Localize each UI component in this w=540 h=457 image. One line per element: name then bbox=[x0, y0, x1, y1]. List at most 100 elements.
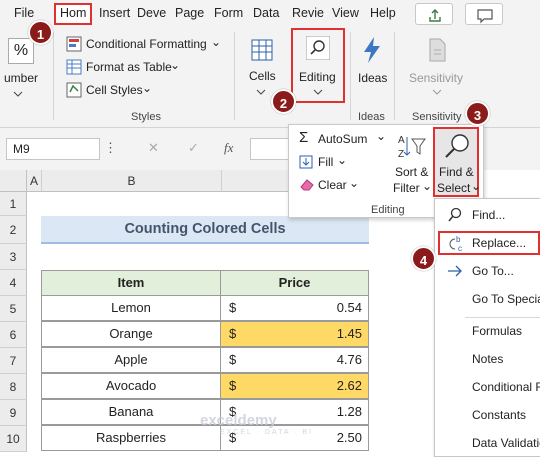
chevron-down-icon: ⌄ bbox=[349, 176, 360, 190]
cell-styles-icon bbox=[66, 82, 82, 98]
menu-item-constants[interactable]: Constants bbox=[435, 405, 540, 425]
column-header-b[interactable]: B bbox=[42, 170, 222, 192]
step-marker-4: 4 bbox=[411, 246, 436, 271]
format-as-table-label: Format as Table bbox=[86, 60, 172, 74]
price-cell[interactable]: $4.76 bbox=[220, 347, 369, 373]
step-marker-1: 1 bbox=[28, 20, 53, 45]
chevron-down-icon: ⌄ bbox=[170, 58, 181, 72]
price-cell-highlighted[interactable]: $2.62 bbox=[220, 373, 369, 399]
lightning-icon bbox=[364, 37, 380, 63]
row-header[interactable]: 9 bbox=[0, 400, 27, 426]
search-icon bbox=[445, 134, 469, 158]
row-header[interactable]: 1 bbox=[0, 192, 27, 216]
tab-page-layout[interactable]: Page bbox=[175, 6, 204, 20]
tab-insert[interactable]: Insert bbox=[99, 6, 130, 20]
svg-text:c: c bbox=[458, 244, 462, 253]
price-cell-highlighted[interactable]: $1.45 bbox=[220, 321, 369, 347]
tab-review[interactable]: Revie bbox=[292, 6, 324, 20]
chevron-down-icon: ⌄ bbox=[471, 179, 482, 193]
menu-item-go-to-special[interactable]: Go To Specia bbox=[435, 289, 540, 309]
formula-input[interactable] bbox=[250, 138, 290, 160]
svg-text:b: b bbox=[456, 235, 461, 244]
insert-function-button[interactable]: fx bbox=[224, 140, 233, 156]
row-header[interactable]: 10 bbox=[0, 426, 27, 452]
enter-icon[interactable]: ✓ bbox=[188, 140, 199, 156]
step-marker-3: 3 bbox=[465, 101, 490, 126]
search-icon bbox=[448, 207, 462, 222]
item-cell[interactable]: Banana bbox=[41, 399, 221, 425]
cells-icon bbox=[251, 39, 273, 61]
row-header[interactable]: 7 bbox=[0, 348, 27, 374]
tab-data[interactable]: Data bbox=[253, 6, 279, 20]
comments-button[interactable] bbox=[465, 3, 503, 25]
item-cell[interactable]: Avocado bbox=[41, 373, 221, 399]
ribbon: % umber Conditional Formatting ⌄ Format … bbox=[0, 28, 540, 128]
menu-item-data-validation[interactable]: Data Validatio bbox=[435, 433, 540, 453]
group-separator bbox=[53, 32, 54, 120]
conditional-formatting-icon bbox=[66, 36, 82, 52]
item-header: Item bbox=[41, 270, 221, 296]
sensitivity-label: Sensitivity bbox=[409, 71, 464, 85]
row-header[interactable]: 6 bbox=[0, 322, 27, 348]
tab-formulas[interactable]: Form bbox=[214, 6, 243, 20]
menu-item-label: Go To Specia bbox=[472, 292, 540, 306]
sort-filter-label: Filter bbox=[393, 181, 420, 195]
menu-item-label: Find... bbox=[472, 208, 506, 222]
watermark: exceldemy EXCEL · DATA · BI bbox=[200, 412, 313, 436]
tab-developer[interactable]: Deve bbox=[137, 6, 166, 20]
menu-item-label: Formulas bbox=[472, 324, 523, 338]
menu-item-formulas[interactable]: Formulas bbox=[435, 321, 540, 341]
menu-item-replace[interactable]: bc Replace... bbox=[438, 231, 540, 255]
share-icon bbox=[429, 9, 441, 22]
row-header[interactable]: 8 bbox=[0, 374, 27, 400]
row-header[interactable]: 2 bbox=[0, 216, 27, 244]
autosum-label: AutoSum bbox=[318, 132, 368, 146]
menu-separator bbox=[465, 317, 540, 318]
item-cell[interactable]: Orange bbox=[41, 321, 221, 347]
group-separator bbox=[350, 32, 351, 120]
select-all-corner[interactable] bbox=[0, 170, 27, 192]
chevron-down-icon bbox=[432, 89, 442, 95]
tab-view[interactable]: View bbox=[332, 6, 359, 20]
menu-item-find[interactable]: Find... bbox=[435, 205, 540, 225]
menu-item-notes[interactable]: Notes bbox=[435, 349, 540, 369]
find-select-button[interactable]: Find & Select ⌄ bbox=[433, 127, 482, 197]
eraser-icon bbox=[300, 179, 314, 191]
item-cell[interactable]: Raspberries bbox=[41, 425, 221, 451]
row-header[interactable]: 4 bbox=[0, 270, 27, 296]
menu-item-go-to[interactable]: Go To... bbox=[435, 261, 540, 281]
name-box[interactable]: M9 bbox=[6, 138, 100, 160]
editing-label: Editing bbox=[299, 70, 336, 84]
item-cell[interactable]: Apple bbox=[41, 347, 221, 373]
editing-button[interactable]: Editing bbox=[291, 28, 345, 103]
chevron-down-icon bbox=[13, 91, 23, 97]
sigma-icon: Σ bbox=[299, 129, 309, 146]
item-cell[interactable]: Lemon bbox=[41, 295, 221, 321]
menu-item-label: Notes bbox=[472, 352, 504, 366]
menu-item-conditional-formatting[interactable]: Conditional F bbox=[435, 377, 540, 397]
menu-item-label: Data Validatio bbox=[472, 436, 540, 450]
group-separator bbox=[394, 32, 395, 120]
cells-label: Cells bbox=[249, 69, 276, 83]
ideas-group-label: Ideas bbox=[358, 111, 385, 123]
chevron-down-icon bbox=[256, 89, 266, 95]
tab-home[interactable]: Hom bbox=[54, 3, 93, 25]
percent-icon[interactable]: % bbox=[8, 38, 34, 64]
share-button[interactable] bbox=[415, 3, 453, 25]
styles-group-label: Styles bbox=[131, 111, 161, 123]
column-header-a[interactable]: A bbox=[27, 170, 42, 192]
cancel-icon[interactable]: ✕ bbox=[148, 140, 159, 156]
chevron-down-icon: ⌄ bbox=[211, 35, 222, 49]
tab-file[interactable]: File bbox=[14, 6, 34, 20]
tab-help[interactable]: Help bbox=[370, 6, 396, 20]
clear-label: Clear bbox=[318, 178, 347, 192]
chevron-down-icon: ⌄ bbox=[376, 129, 387, 143]
ideas-label: Ideas bbox=[358, 71, 388, 85]
row-header[interactable]: 3 bbox=[0, 244, 27, 270]
replace-icon: bc bbox=[449, 235, 462, 253]
price-cell[interactable]: $0.54 bbox=[220, 295, 369, 321]
sensitivity-icon bbox=[429, 38, 446, 62]
row-header[interactable]: 5 bbox=[0, 296, 27, 322]
number-format-label[interactable]: umber bbox=[4, 71, 38, 85]
conditional-formatting-label: Conditional Formatting bbox=[86, 37, 207, 51]
